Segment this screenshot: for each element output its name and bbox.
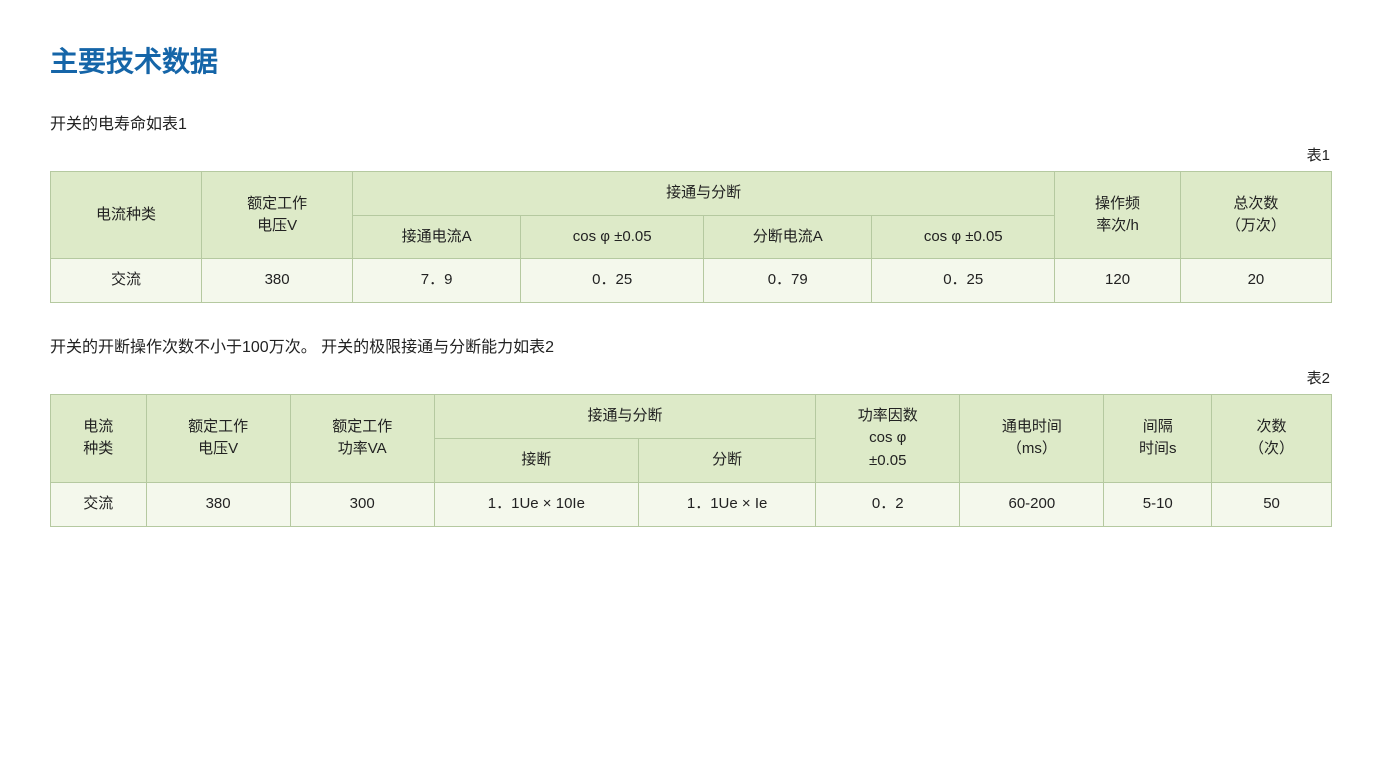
th-current-type: 电流种类 <box>51 172 202 259</box>
td2-connect: 1．1Ue × 10Ie <box>434 483 638 527</box>
th-total-count: 总次数（万次） <box>1180 172 1331 259</box>
page-title: 主要技术数据 <box>50 40 1332 80</box>
td2-current-type: 交流 <box>51 483 147 527</box>
th2-count: 次数（次） <box>1212 394 1332 483</box>
table2-label: 表2 <box>50 367 1332 388</box>
td-cos2: 0．25 <box>872 259 1055 303</box>
td2-rated-power: 300 <box>290 483 434 527</box>
table-row: 交流 380 300 1．1Ue × 10Ie 1．1Ue × Ie 0．2 6… <box>51 483 1332 527</box>
table1: 电流种类 额定工作电压V 接通与分断 操作频率次/h 总次数（万次） 接通电流A… <box>50 171 1332 303</box>
th-connect-disconnect: 接通与分断 <box>353 172 1055 216</box>
th2-rated-power: 额定工作功率VA <box>290 394 434 483</box>
table-row: 交流 380 7．9 0．25 0．79 0．25 120 20 <box>51 259 1332 303</box>
th2-on-time: 通电时间（ms） <box>960 394 1104 483</box>
section1-intro: 开关的电寿命如表1 <box>50 110 1332 134</box>
td2-disconnect: 1．1Ue × Ie <box>638 483 815 527</box>
td-rated-voltage: 380 <box>202 259 353 303</box>
td2-on-time: 60-200 <box>960 483 1104 527</box>
th2-interval: 间隔时间s <box>1104 394 1212 483</box>
td2-interval: 5-10 <box>1104 483 1212 527</box>
td2-power-factor: 0．2 <box>816 483 960 527</box>
th2-connect: 接断 <box>434 438 638 482</box>
table2: 电流种类 额定工作电压V 额定工作功率VA 接通与分断 功率因数cos φ±0.… <box>50 394 1332 527</box>
td-connect-current: 7．9 <box>353 259 521 303</box>
td2-count: 50 <box>1212 483 1332 527</box>
td-current-type: 交流 <box>51 259 202 303</box>
th2-power-factor: 功率因数cos φ±0.05 <box>816 394 960 483</box>
th-connect-current: 接通电流A <box>353 215 521 259</box>
th-cos2: cos φ ±0.05 <box>872 215 1055 259</box>
th2-rated-voltage: 额定工作电压V <box>146 394 290 483</box>
td-cos1: 0．25 <box>521 259 704 303</box>
section2-intro: 开关的开断操作次数不小于100万次。 开关的极限接通与分断能力如表2 <box>50 333 1332 357</box>
th-rated-voltage: 额定工作电压V <box>202 172 353 259</box>
td-op-freq: 120 <box>1055 259 1181 303</box>
th2-current-type: 电流种类 <box>51 394 147 483</box>
th-op-freq: 操作频率次/h <box>1055 172 1181 259</box>
td2-rated-voltage: 380 <box>146 483 290 527</box>
td-disconnect-current: 0．79 <box>704 259 872 303</box>
table1-label: 表1 <box>50 144 1332 165</box>
th2-connect-disconnect: 接通与分断 <box>434 394 815 438</box>
th-disconnect-current: 分断电流A <box>704 215 872 259</box>
th-cos1: cos φ ±0.05 <box>521 215 704 259</box>
th2-disconnect: 分断 <box>638 438 815 482</box>
td-total-count: 20 <box>1180 259 1331 303</box>
